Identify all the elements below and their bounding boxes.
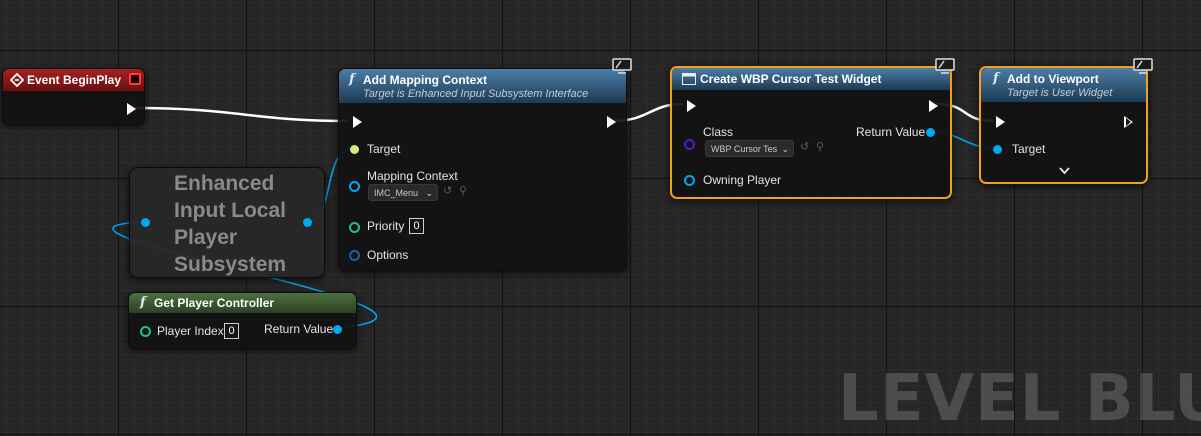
create-widget-title: Create WBP Cursor Test Widget — [700, 72, 882, 86]
add-to-viewport-exec-in-pin[interactable] — [996, 116, 1005, 128]
get-player-controller-title: Get Player Controller — [154, 296, 275, 310]
player-index-pin[interactable] — [140, 326, 151, 337]
create-widget-return-pin[interactable] — [926, 128, 935, 137]
chevron-down-icon: ⌄ — [425, 188, 433, 198]
add-mapping-target-pin[interactable] — [350, 145, 359, 154]
create-widget-return-label: Return Value — [856, 125, 926, 139]
mapping-context-value: IMC_Menu — [374, 188, 419, 198]
controller-return-pin[interactable] — [333, 325, 342, 334]
event-beginplay-node[interactable]: Event BeginPlay — [2, 68, 145, 125]
player-index-label: Player Index — [157, 324, 224, 338]
network-monitor-icon — [612, 58, 632, 74]
subsystem-out-pin[interactable] — [303, 218, 312, 227]
add-to-viewport-target-label: Target — [1012, 142, 1046, 156]
widget-window-icon — [682, 73, 696, 85]
owning-player-label: Owning Player — [703, 173, 782, 187]
priority-pin[interactable] — [349, 222, 360, 233]
subsystem-player-in-pin[interactable] — [141, 218, 150, 227]
function-icon: f — [349, 72, 355, 87]
network-monitor-icon — [1133, 58, 1153, 74]
options-label: Options — [367, 248, 409, 262]
browse-icon[interactable]: ↺ — [800, 140, 809, 153]
add-mapping-exec-in-pin[interactable] — [353, 116, 362, 128]
subsystem-title-line-2: Input Local — [174, 199, 286, 222]
priority-label: Priority — [367, 219, 405, 233]
event-title: Event BeginPlay — [27, 73, 122, 87]
mapping-context-label: Mapping Context — [367, 169, 458, 183]
chevron-down-icon: ⌄ — [781, 144, 789, 154]
owning-player-pin[interactable] — [684, 175, 695, 186]
add-to-viewport-node[interactable]: f Add to Viewport Target is User Widget … — [979, 66, 1148, 184]
class-pin[interactable] — [684, 139, 695, 150]
class-value: WBP Cursor Tes — [711, 144, 778, 154]
create-widget-node[interactable]: Create WBP Cursor Test Widget Class WBP … — [670, 66, 952, 199]
search-icon[interactable]: ⚲ — [459, 184, 467, 197]
create-widget-exec-in-pin[interactable] — [687, 100, 696, 112]
add-to-viewport-exec-out-pin[interactable] — [1124, 116, 1133, 128]
event-delegate-pin[interactable] — [129, 73, 141, 85]
function-icon: f — [993, 71, 999, 86]
add-mapping-target-label: Target — [367, 142, 401, 156]
event-exec-out-pin[interactable] — [127, 103, 136, 115]
player-index-input[interactable]: 0 — [224, 323, 239, 339]
event-diamond-icon — [10, 73, 24, 87]
add-mapping-context-node[interactable]: f Add Mapping Context Target is Enhanced… — [338, 68, 627, 271]
priority-input[interactable]: 0 — [409, 218, 424, 234]
class-dropdown[interactable]: WBP Cursor Tes ⌄ — [705, 140, 794, 157]
search-icon[interactable]: ⚲ — [816, 140, 824, 153]
add-to-viewport-subtitle: Target is User Widget — [1007, 87, 1113, 99]
subsystem-title-line-3: Player — [174, 226, 238, 249]
create-widget-exec-out-pin[interactable] — [929, 100, 938, 112]
chevron-down-icon[interactable] — [1059, 167, 1070, 175]
subsystem-title-line-1: Enhanced — [174, 172, 275, 195]
get-player-controller-node[interactable]: f Get Player Controller Player Index 0 R… — [128, 292, 357, 349]
subsystem-title-line-4: Subsystem — [174, 253, 287, 276]
exec-wire-beginplay-to-addmapping — [132, 106, 349, 123]
class-label: Class — [703, 125, 734, 139]
add-mapping-context-subtitle: Target is Enhanced Input Subsystem Inter… — [363, 88, 589, 100]
add-mapping-context-title: Add Mapping Context — [363, 73, 487, 87]
network-monitor-icon — [935, 58, 955, 74]
mapping-context-pin[interactable] — [349, 181, 360, 192]
subsystem-title: Enhanced Input Local Player Subsystem — [174, 170, 286, 278]
controller-return-label: Return Value — [264, 322, 334, 336]
add-to-viewport-target-pin[interactable] — [993, 145, 1002, 154]
add-to-viewport-title: Add to Viewport — [1007, 72, 1099, 86]
browse-icon[interactable]: ↺ — [443, 184, 452, 197]
mapping-context-dropdown[interactable]: IMC_Menu ⌄ — [368, 184, 438, 201]
function-icon: f — [140, 295, 146, 310]
level-blueprint-watermark: LEVEL BLUEPR — [838, 362, 1201, 436]
add-mapping-exec-out-pin[interactable] — [607, 116, 616, 128]
enhanced-input-subsystem-node[interactable]: Enhanced Input Local Player Subsystem — [129, 167, 325, 278]
options-pin[interactable] — [349, 250, 360, 261]
